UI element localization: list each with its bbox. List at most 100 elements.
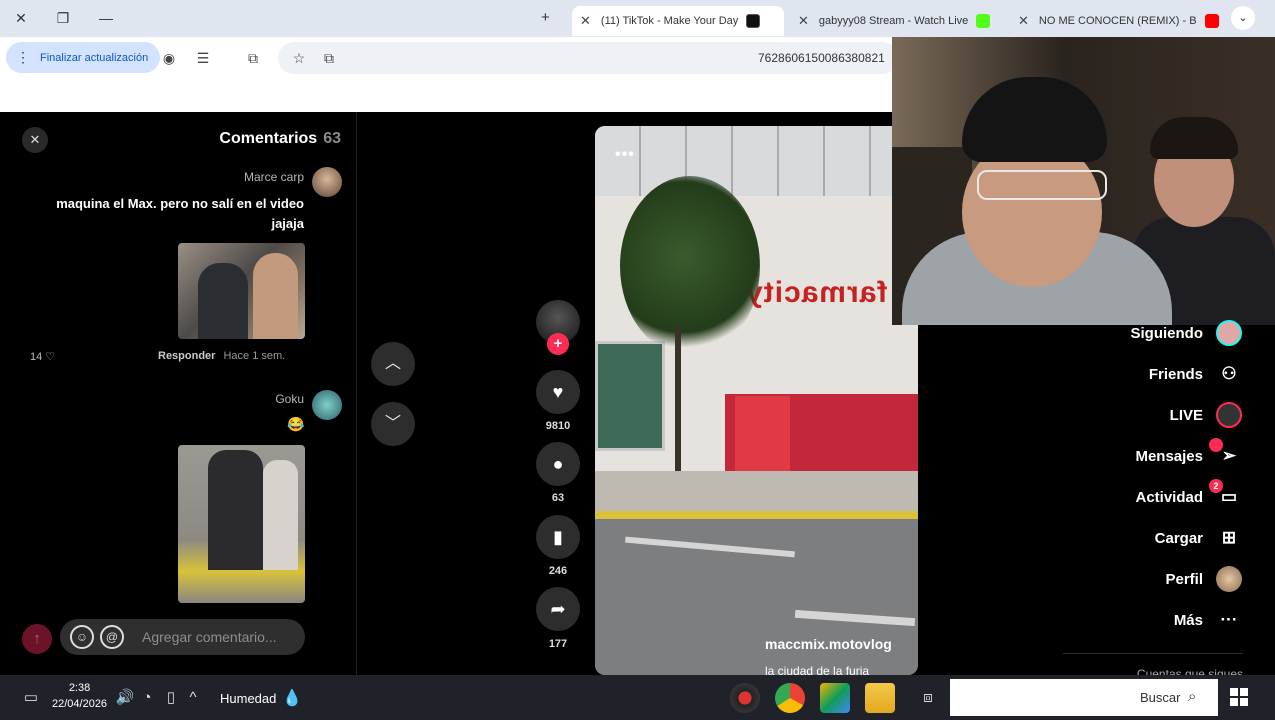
address-bar[interactable]: ☆ ⧉ 7628606150086380821 xyxy=(278,42,898,74)
avatar[interactable] xyxy=(312,390,342,420)
avatar[interactable] xyxy=(312,167,342,197)
photo-figure-1 xyxy=(208,450,263,570)
close-comments-icon[interactable]: ✕ xyxy=(22,127,48,153)
show-hidden-icons-icon[interactable]: ^ xyxy=(180,685,206,711)
profile-avatar-icon xyxy=(1215,565,1243,593)
tab-close-icon[interactable]: ✕ xyxy=(580,13,591,29)
sidebar-divider xyxy=(1063,653,1243,654)
heart-icon: ♥ xyxy=(552,382,564,402)
windows-start-icon[interactable] xyxy=(1230,688,1248,706)
page-header-strip xyxy=(0,79,892,112)
search-icon: ⌕ xyxy=(1188,688,1197,705)
tab-youtube[interactable]: ✕ NO ME CONOCEN (REMIX) - B xyxy=(1010,6,1225,36)
finish-update-button[interactable]: ⋮ Finalizar actualización xyxy=(6,42,161,73)
tab-title: (11) TikTok - Make Your Day xyxy=(600,15,739,27)
comment-button[interactable]: ● xyxy=(536,442,580,486)
task-view-icon[interactable]: ⧈ xyxy=(915,685,941,711)
sidebar-item-upload[interactable]: Cargar ⊞ xyxy=(1155,524,1243,552)
sidebar-item-following[interactable]: Siguiendo xyxy=(1131,319,1244,347)
video-more-icon[interactable]: ••• xyxy=(615,146,635,164)
window-restore-icon[interactable]: ❐ xyxy=(51,8,75,28)
obs-app-icon[interactable] xyxy=(730,683,760,713)
bookmark-star-icon[interactable]: ☆ xyxy=(288,47,310,69)
weather-widget[interactable]: Humedad 💧 xyxy=(220,688,302,708)
video-roof xyxy=(595,126,918,196)
humidity-drop-icon: 💧 xyxy=(282,690,303,707)
bluestacks-app-icon[interactable] xyxy=(820,683,850,713)
webcam-overlay xyxy=(892,37,1275,325)
sidebar-item-label: Friends xyxy=(1148,365,1203,383)
window-close-icon[interactable]: ✕ xyxy=(9,8,33,28)
store-sign: farmacity xyxy=(745,276,888,309)
video-tree xyxy=(620,176,760,356)
emoji-picker-icon[interactable]: ☺ xyxy=(70,625,94,649)
tab-close-icon[interactable]: ✕ xyxy=(798,13,809,29)
kick-favicon-icon xyxy=(976,14,991,28)
file-explorer-icon[interactable] xyxy=(865,683,895,713)
next-video-button[interactable]: ﹀ xyxy=(371,402,415,446)
extensions-icon[interactable]: ⧉ xyxy=(242,47,264,69)
window-minimize-icon[interactable]: — xyxy=(94,8,118,28)
tab-kick-stream[interactable]: ✕ gabyyy08 Stream - Watch Live xyxy=(790,6,1002,36)
panel-divider xyxy=(356,112,357,675)
mention-icon[interactable]: @ xyxy=(100,625,124,649)
activity-badge: 2 xyxy=(1209,479,1223,493)
video-curb xyxy=(595,511,918,519)
share-button[interactable]: ➦ xyxy=(536,587,580,631)
like-button[interactable]: ♥ xyxy=(536,370,580,414)
sidebar-item-more[interactable]: Más ··· xyxy=(1174,606,1243,634)
add-comment-input[interactable]: ☺ @ Agregar comentario... xyxy=(60,619,305,655)
comments-title: Comentarios 63 xyxy=(219,130,341,148)
tab-tiktok[interactable]: ✕ (11) TikTok - Make Your Day xyxy=(572,6,784,36)
heart-outline-icon: ♡ xyxy=(45,351,56,363)
media-control-icon[interactable]: ☰ xyxy=(192,47,214,69)
comment-username[interactable]: Goku xyxy=(275,392,304,406)
taskbar-search-box[interactable]: Buscar ⌕ xyxy=(950,679,1218,716)
install-app-icon[interactable]: ⧉ xyxy=(318,47,340,69)
comments-count: 63 xyxy=(323,130,341,147)
sidebar-item-live[interactable]: LIVE xyxy=(1170,401,1243,429)
video-author[interactable]: maccmix.motovlog xyxy=(765,636,892,652)
taskbar-clock[interactable]: 2:38 22/04/2026 xyxy=(52,680,107,712)
sidebar-item-label: Cargar xyxy=(1154,529,1203,547)
comment-meta: Responder Hace 1 sem. xyxy=(158,350,285,362)
tiktok-sidebar: Siguiendo Friends ⚇ LIVE Mensajes ➢ Acti… xyxy=(918,320,1275,681)
sidebar-item-messages[interactable]: Mensajes ➢ xyxy=(1135,438,1243,470)
comment-photo[interactable] xyxy=(178,243,305,339)
follow-plus-icon[interactable]: + xyxy=(547,333,569,355)
video-window xyxy=(595,341,665,451)
sidebar-item-label: Más xyxy=(1173,611,1203,629)
notifications-icon[interactable]: ▭ xyxy=(18,685,44,711)
comment-time: Hace 1 sem. xyxy=(223,350,286,362)
comment-username[interactable]: Marce carp xyxy=(244,170,304,184)
comment-photo[interactable] xyxy=(178,445,305,603)
photo-figure-1 xyxy=(198,263,248,339)
new-tab-button[interactable]: + xyxy=(541,9,550,26)
tab-search-dropdown-icon[interactable]: ⌄ xyxy=(1231,6,1255,30)
youtube-favicon-icon xyxy=(1204,14,1219,28)
sidebar-item-activity[interactable]: Actividad ▭ 2 xyxy=(1135,479,1243,511)
friends-icon: ⚇ xyxy=(1221,364,1237,383)
following-avatar-icon xyxy=(1215,319,1243,347)
photo-figure-2 xyxy=(263,460,298,570)
video-player[interactable]: farmacity ••• maccmix.motovlog la ciudad… xyxy=(595,126,918,675)
more-icon: ··· xyxy=(1220,610,1238,629)
tab-close-icon[interactable]: ✕ xyxy=(1018,13,1029,29)
sidebar-item-profile[interactable]: Perfil xyxy=(1165,565,1243,593)
save-button[interactable]: ▮ xyxy=(536,515,580,559)
comment-emoji: 😂 xyxy=(287,416,305,432)
profile-icon[interactable]: ◉ xyxy=(158,47,180,69)
clock-date: 22/04/2026 xyxy=(52,698,108,710)
post-comment-icon[interactable]: ↑ xyxy=(22,624,52,654)
previous-video-button[interactable]: ︿ xyxy=(371,342,415,386)
comments-panel: ✕ Comentarios 63 Marce carp maquina el M… xyxy=(0,112,357,675)
tab-title: NO ME CONOCEN (REMIX) - B xyxy=(1038,15,1197,27)
reply-button[interactable]: Responder xyxy=(158,350,215,362)
chrome-app-icon[interactable] xyxy=(775,683,805,713)
comment-like-button[interactable]: 14 ♡ xyxy=(30,350,56,364)
sidebar-item-label: Mensajes xyxy=(1135,447,1203,465)
weather-label: Humedad xyxy=(220,690,277,706)
comment-count: 63 xyxy=(551,492,565,504)
sidebar-item-friends[interactable]: Friends ⚇ xyxy=(1149,360,1243,388)
network-icon[interactable]: ◔ xyxy=(134,685,160,711)
